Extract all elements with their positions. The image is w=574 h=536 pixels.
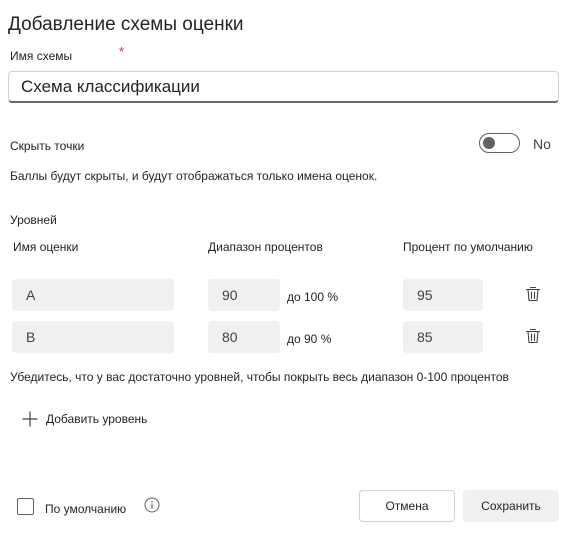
dialog-title: Добавление схемы оценки [8,14,244,35]
add-level-button[interactable]: Добавить уровень [22,408,147,430]
range-from-input[interactable] [208,279,280,311]
grade-name-input[interactable] [12,321,174,353]
default-checkbox-label: По умолчанию [45,502,127,516]
range-to-label: до 100 % [287,290,339,304]
coverage-hint: Убедитесь, что у вас достаточно уровней,… [10,370,509,384]
default-percent-input[interactable] [403,279,483,311]
default-checkbox[interactable] [17,498,34,515]
hide-points-toggle[interactable] [479,133,520,153]
range-from-input[interactable] [208,321,280,353]
hide-points-description: Баллы будут скрыты, и будут отображаться… [10,169,378,183]
info-icon[interactable] [144,497,160,513]
grade-name-input[interactable] [12,279,174,311]
hide-points-label: Скрыть точки [10,139,85,153]
delete-level-icon[interactable] [524,327,542,345]
add-level-label: Добавить уровень [46,412,148,426]
save-button[interactable]: Сохранить [463,490,559,522]
column-header-grade-name: Имя оценки [13,240,79,254]
default-percent-input[interactable] [403,321,483,353]
levels-label: Уровней [10,213,57,227]
column-header-percent-range: Диапазон процентов [208,240,323,254]
required-marker: * [119,44,125,59]
cancel-button[interactable]: Отмена [359,490,455,522]
plus-icon [22,411,38,427]
range-to-label: до 90 % [287,332,332,346]
scheme-name-label: Имя схемы [10,49,73,63]
scheme-name-input[interactable] [8,71,559,103]
toggle-knob [483,137,495,149]
hide-points-state: No [533,136,551,152]
column-header-default-percent: Процент по умолчанию [403,240,533,254]
delete-level-icon[interactable] [524,285,542,303]
